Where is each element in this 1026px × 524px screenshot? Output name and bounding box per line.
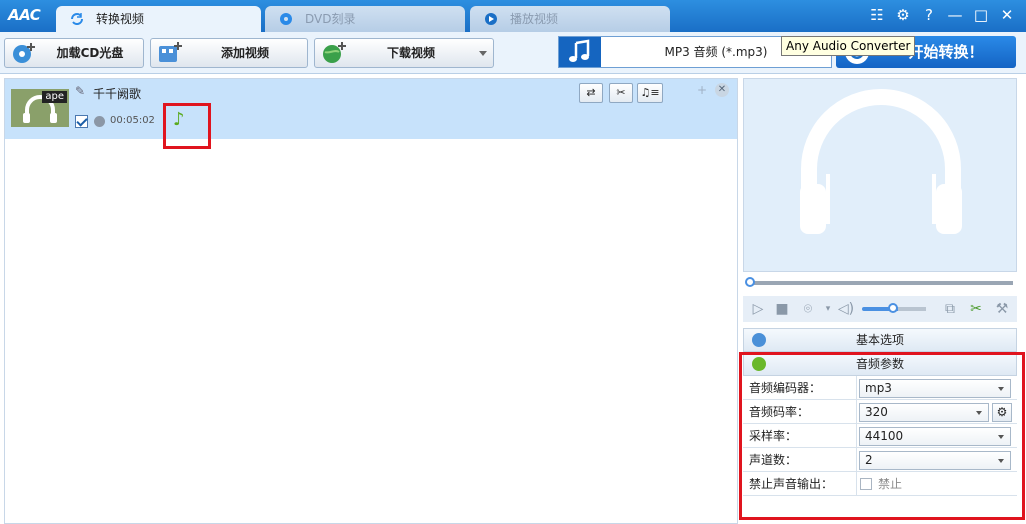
minimize-button[interactable]: — bbox=[946, 6, 964, 24]
load-cd-button[interactable]: 加载CD光盘 bbox=[4, 38, 144, 68]
tab-label: DVD刻录 bbox=[305, 12, 356, 26]
window-controls: ☷ ⚙ ? — □ ✕ bbox=[868, 6, 1016, 24]
audio-thumbnail: ape bbox=[11, 89, 69, 127]
globe-add-icon bbox=[323, 42, 346, 63]
tab-play-video[interactable]: 播放视频 bbox=[470, 6, 670, 32]
play-icon[interactable]: ▷ bbox=[749, 300, 767, 318]
headphones-icon bbox=[800, 89, 962, 234]
playback-controls: ▷ ■ ⌾ ▾ ◁) ⧉ ✂ ⚒ bbox=[743, 296, 1017, 322]
app-logo: AAC bbox=[8, 6, 41, 24]
list-icon[interactable]: ☷ bbox=[868, 6, 886, 24]
tab-label: 转换视频 bbox=[96, 12, 145, 26]
file-duration: 00:05:02 bbox=[110, 115, 155, 126]
gear-icon[interactable]: ⚙ bbox=[894, 6, 912, 24]
volume-icon[interactable]: ◁) bbox=[837, 300, 855, 318]
tab-convert-video[interactable]: 转换视频 bbox=[56, 6, 261, 32]
highlight-box bbox=[739, 352, 1025, 520]
download-video-label: 下载视频 bbox=[386, 46, 435, 60]
close-button[interactable]: ✕ bbox=[998, 6, 1016, 24]
add-video-button[interactable]: 添加视频 bbox=[150, 38, 308, 68]
file-name[interactable]: 千千阙歌 bbox=[93, 85, 141, 102]
wrench-icon[interactable]: ⚒ bbox=[993, 300, 1011, 318]
scissors-icon[interactable]: ✂ bbox=[609, 83, 633, 103]
tab-label: 播放视频 bbox=[510, 12, 559, 26]
close-icon[interactable]: ✕ bbox=[715, 83, 729, 97]
load-cd-label: 加载CD光盘 bbox=[56, 46, 124, 60]
seek-bar[interactable] bbox=[743, 276, 1017, 290]
add-video-label: 添加视频 bbox=[220, 46, 269, 60]
title-bar: AAC 转换视频 DVD刻录 播放视频 ☷ ⚙ ? — □ ✕ bbox=[0, 0, 1026, 32]
copy-icon[interactable]: ⧉ bbox=[941, 300, 959, 318]
format-badge: ape bbox=[42, 91, 67, 103]
download-video-button[interactable]: 下载视频 bbox=[314, 38, 494, 68]
basic-options-label: 基本选项 bbox=[855, 333, 904, 347]
film-add-icon bbox=[159, 42, 182, 62]
volume-track bbox=[898, 307, 926, 311]
seek-handle[interactable] bbox=[745, 277, 755, 287]
maximize-button[interactable]: □ bbox=[972, 6, 990, 24]
volume-handle[interactable] bbox=[888, 303, 898, 313]
clock-icon bbox=[94, 116, 105, 127]
wrench-icon bbox=[752, 333, 766, 347]
convert-icon[interactable]: ⇄ bbox=[579, 83, 603, 103]
file-list: ape ✎ 千千阙歌 00:05:02 ♪ ⇄ ✂ ♫≡ + ✕ bbox=[4, 78, 738, 524]
plus-icon[interactable]: + bbox=[697, 83, 707, 97]
basic-options-header[interactable]: 基本选项 bbox=[743, 328, 1017, 352]
tooltip: Any Audio Converter bbox=[781, 36, 916, 56]
file-checkbox[interactable] bbox=[75, 115, 88, 128]
chevron-down-icon[interactable] bbox=[479, 51, 487, 56]
disc-icon bbox=[280, 13, 292, 25]
play-icon bbox=[485, 13, 497, 25]
music-note-icon bbox=[559, 37, 601, 67]
cd-add-icon bbox=[13, 43, 35, 63]
file-row[interactable]: ape ✎ 千千阙歌 00:05:02 ♪ ⇄ ✂ ♫≡ + ✕ bbox=[5, 79, 737, 139]
pencil-icon[interactable]: ✎ bbox=[75, 85, 87, 97]
seek-track bbox=[747, 281, 1013, 285]
camera-icon[interactable]: ⌾ bbox=[799, 300, 817, 318]
highlight-box bbox=[163, 103, 211, 149]
volume-slider[interactable] bbox=[862, 303, 926, 313]
refresh-icon bbox=[71, 13, 83, 25]
help-button[interactable]: ? bbox=[920, 6, 938, 24]
preview-area bbox=[743, 78, 1017, 272]
scissors-icon[interactable]: ✂ bbox=[967, 300, 985, 318]
chevron-down-icon[interactable]: ▾ bbox=[819, 300, 837, 318]
playlist-icon[interactable]: ♫≡ bbox=[637, 83, 663, 103]
tab-dvd-burn[interactable]: DVD刻录 bbox=[265, 6, 465, 32]
stop-icon[interactable]: ■ bbox=[773, 300, 791, 318]
